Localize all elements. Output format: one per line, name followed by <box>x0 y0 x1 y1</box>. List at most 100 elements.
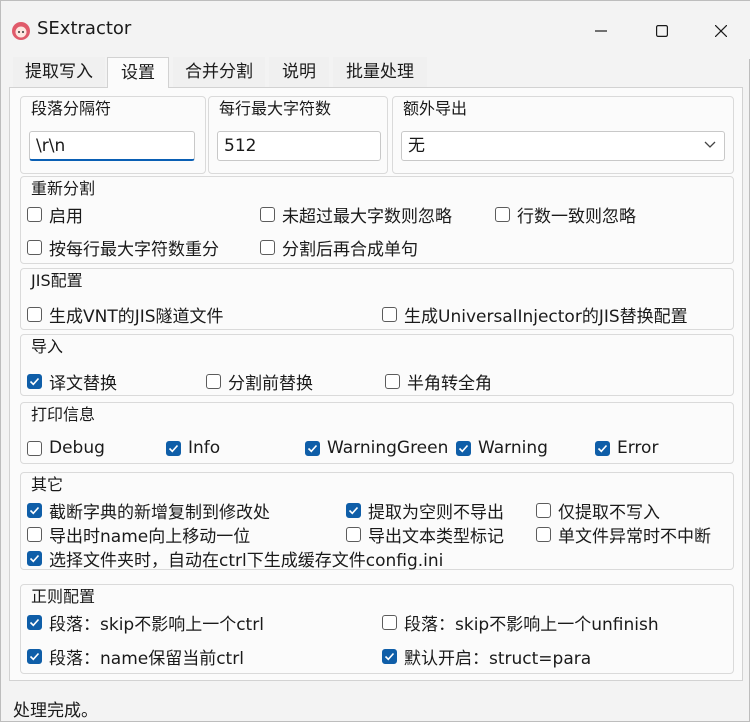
maximize-button[interactable] <box>634 11 690 51</box>
checkbox-label: 译文替换 <box>49 373 117 394</box>
checkbox-box <box>27 239 42 255</box>
checkmark-icon <box>597 444 608 452</box>
checkbox-label: 段落：skip不影响上一个ctrl <box>49 614 264 635</box>
resplit-group: 重新分割 启用 未超过最大字数则忽略 行数一致则忽略 按每行最大字符数重分 分割… <box>20 176 734 264</box>
checkbox-label: WarningGreen <box>327 438 449 458</box>
truncate-dict-checkbox[interactable]: 截断字典的新增复制到修改处 <box>27 499 270 523</box>
continue-on-error-checkbox[interactable]: 单文件异常时不中断 <box>536 523 711 547</box>
checkbox-box <box>495 206 510 222</box>
replace-before-split-checkbox[interactable]: 分割前替换 <box>206 370 313 394</box>
checkbox-box <box>206 373 221 389</box>
checkmark-icon <box>384 652 395 660</box>
log-warning-green-checkbox[interactable]: WarningGreen <box>305 437 448 459</box>
checkbox-box <box>27 614 42 630</box>
checkbox-box <box>260 206 275 222</box>
checkbox-box <box>27 526 42 542</box>
checkbox-box <box>346 526 361 542</box>
close-button[interactable] <box>693 11 749 51</box>
checkbox-label: 未超过最大字数则忽略 <box>282 206 452 227</box>
name-keep-ctrl-checkbox[interactable]: 段落：name保留当前ctrl <box>27 645 244 669</box>
checkbox-box <box>166 440 181 456</box>
tab-settings[interactable]: 设置 <box>107 57 169 88</box>
checkbox-label: 按每行最大字符数重分 <box>49 239 219 260</box>
checkbox-box <box>536 502 551 518</box>
minimize-button[interactable] <box>573 11 629 51</box>
skip-ctrl-checkbox[interactable]: 段落：skip不影响上一个ctrl <box>27 611 264 635</box>
checkbox-label: 提取为空则不导出 <box>368 502 504 523</box>
checkbox-label: 单文件异常时不中断 <box>558 526 711 547</box>
universal-injector-jis-checkbox[interactable]: 生成UniversalInjector的JIS替换配置 <box>382 303 688 327</box>
checkbox-label: Info <box>188 438 221 458</box>
checkbox-box <box>456 440 471 456</box>
chevron-down-icon <box>704 141 716 148</box>
checkbox-box <box>27 502 42 518</box>
checkbox-box <box>27 206 42 222</box>
tab-bar: 提取写入 设置 合并分割 说明 批量处理 <box>9 57 743 88</box>
checkbox-box <box>260 239 275 255</box>
print-info-group: 打印信息 Debug Info WarningGreen Warning Err… <box>20 402 734 464</box>
extra-export-value: 无 <box>408 136 425 156</box>
app-icon <box>12 22 30 40</box>
maximize-icon <box>656 25 668 37</box>
half-to-full-width-checkbox[interactable]: 半角转全角 <box>385 370 492 394</box>
extract-only-checkbox[interactable]: 仅提取不写入 <box>536 499 660 523</box>
max-chars-label: 每行最大字符数 <box>219 99 332 118</box>
separator-input[interactable]: \r\n <box>29 131 195 161</box>
checkbox-label: 启用 <box>49 206 83 227</box>
tab-instructions[interactable]: 说明 <box>269 57 329 87</box>
separator-label: 段落分隔符 <box>31 99 112 118</box>
log-error-checkbox[interactable]: Error <box>595 437 658 459</box>
window-title: SExtractor <box>37 18 132 39</box>
tab-extract-write[interactable]: 提取写入 <box>13 57 105 87</box>
checkbox-box <box>27 648 42 664</box>
export-text-type-checkbox[interactable]: 导出文本类型标记 <box>346 523 504 547</box>
tab-batch[interactable]: 批量处理 <box>333 57 427 87</box>
status-text: 处理完成。 <box>13 701 98 721</box>
settings-panel: 段落分隔符 \r\n 每行最大字符数 512 额外导出 无 重新分割 启用 未超… <box>9 87 743 681</box>
resplit-enable-checkbox[interactable]: 启用 <box>27 203 83 227</box>
tab-merge-split[interactable]: 合并分割 <box>173 57 265 87</box>
title-bar: SExtractor <box>1 1 750 59</box>
app-window: SExtractor 提取写入 设置 合并分割 说明 批量处理 段落分隔符 \r… <box>0 0 750 722</box>
name-move-up-checkbox[interactable]: 导出时name向上移动一位 <box>27 523 250 547</box>
skip-empty-export-checkbox[interactable]: 提取为空则不导出 <box>346 499 504 523</box>
extra-export-select[interactable]: 无 <box>401 131 725 161</box>
checkbox-label: 分割前替换 <box>228 373 313 394</box>
default-struct-para-checkbox[interactable]: 默认开启：struct=para <box>382 645 591 669</box>
import-title: 导入 <box>31 337 64 356</box>
jis-title: JIS配置 <box>31 271 83 290</box>
checkbox-label: 段落：name保留当前ctrl <box>49 648 244 669</box>
checkbox-box <box>27 550 42 566</box>
resplit-title: 重新分割 <box>31 179 96 198</box>
import-group: 导入 译文替换 分割前替换 半角转全角 <box>20 334 734 396</box>
checkmark-icon <box>29 554 40 562</box>
checkmark-icon <box>29 377 40 385</box>
merge-after-split-checkbox[interactable]: 分割后再合成单句 <box>260 236 418 260</box>
checkmark-icon <box>29 618 40 626</box>
checkbox-box <box>27 373 42 389</box>
close-icon <box>715 25 727 37</box>
translation-replace-checkbox[interactable]: 译文替换 <box>27 370 117 394</box>
auto-config-ini-checkbox[interactable]: 选择文件夹时，自动在ctrl下生成缓存文件config.ini <box>27 547 443 571</box>
resplit-by-max-checkbox[interactable]: 按每行最大字符数重分 <box>27 236 219 260</box>
checkbox-box <box>385 373 400 389</box>
checkmark-icon <box>458 444 469 452</box>
checkmark-icon <box>348 506 359 514</box>
checkbox-box <box>27 440 42 456</box>
status-bar: 处理完成。 <box>1 689 750 722</box>
log-debug-checkbox[interactable]: Debug <box>27 437 105 459</box>
log-warning-checkbox[interactable]: Warning <box>456 437 548 459</box>
checkbox-label: 导出文本类型标记 <box>368 526 504 547</box>
ignore-under-max-checkbox[interactable]: 未超过最大字数则忽略 <box>260 203 452 227</box>
minimize-icon <box>595 30 607 32</box>
max-chars-group: 每行最大字符数 512 <box>208 96 388 174</box>
log-info-checkbox[interactable]: Info <box>166 437 220 459</box>
ignore-same-lines-checkbox[interactable]: 行数一致则忽略 <box>495 203 636 227</box>
max-chars-input[interactable]: 512 <box>217 131 381 161</box>
checkmark-icon <box>307 444 318 452</box>
checkbox-box <box>382 306 397 322</box>
skip-unfinish-checkbox[interactable]: 段落：skip不影响上一个unfinish <box>382 611 659 635</box>
vnt-jis-checkbox[interactable]: 生成VNT的JIS隧道文件 <box>27 303 224 327</box>
print-info-title: 打印信息 <box>31 405 96 424</box>
checkbox-label: 行数一致则忽略 <box>517 206 636 227</box>
